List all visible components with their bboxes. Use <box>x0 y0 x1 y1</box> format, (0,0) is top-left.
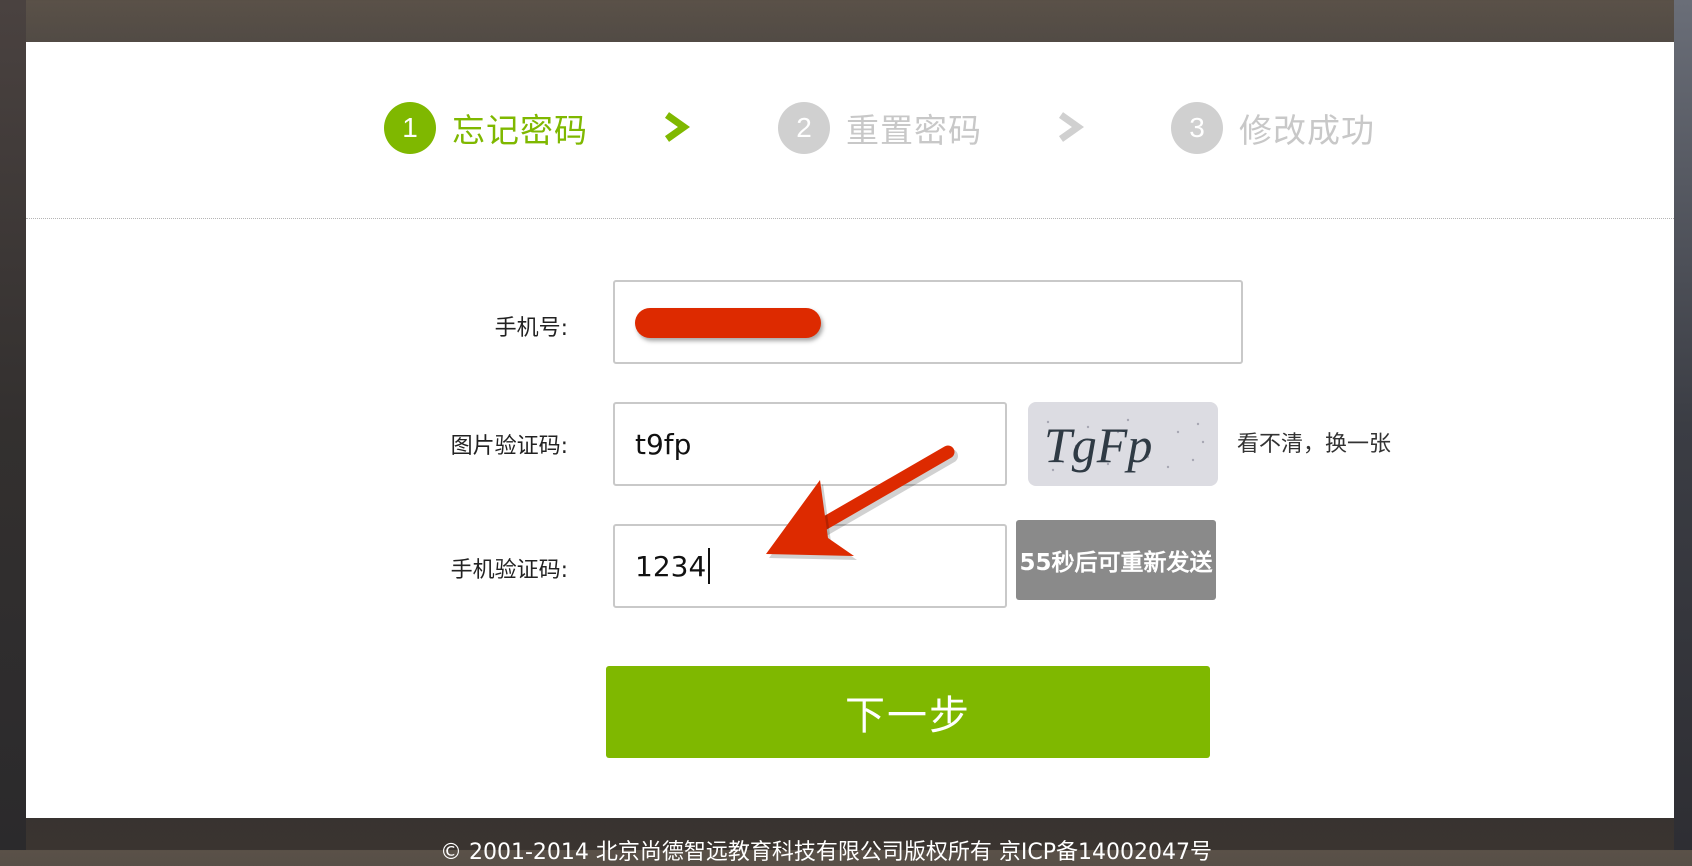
footer-copyright: © 2001-2014 北京尚德智远教育科技有限公司版权所有 京ICP备1400… <box>440 840 1212 865</box>
step-1-label: 忘记密码 <box>452 111 588 150</box>
forgot-password-panel: 1 忘记密码 2 重置密码 3 修改成功 手机号: 图片验证码: t9fp Tg… <box>26 42 1674 818</box>
step-3: 3 修改成功 <box>1171 102 1375 154</box>
step-3-number: 3 <box>1171 102 1223 154</box>
background-right <box>1674 0 1692 850</box>
sms-code-label: 手机验证码: <box>450 558 568 583</box>
phone-label: 手机号: <box>494 316 568 341</box>
annotation-arrow <box>766 445 958 560</box>
step-3-label: 修改成功 <box>1239 111 1375 150</box>
image-captcha-label: 图片验证码: <box>450 434 568 459</box>
background-left <box>0 0 26 850</box>
step-2-label: 重置密码 <box>846 111 982 150</box>
step-1-number: 1 <box>384 102 436 154</box>
chevron-right-icon <box>664 112 690 142</box>
step-1: 1 忘记密码 <box>384 102 588 154</box>
text-caret <box>708 548 711 584</box>
refresh-captcha-link[interactable]: 看不清，换一张 <box>1237 426 1391 458</box>
captcha-text: TgFp <box>1044 417 1152 473</box>
step-progress: 1 忘记密码 2 重置密码 3 修改成功 <box>26 42 1674 218</box>
resend-code-button[interactable]: 55秒后可重新发送 <box>1016 520 1216 600</box>
redaction-mark <box>635 308 821 338</box>
captcha-image[interactable]: TgFp <box>1028 402 1218 486</box>
divider <box>26 218 1674 219</box>
step-2-number: 2 <box>778 102 830 154</box>
phone-input[interactable] <box>613 280 1243 364</box>
sms-code-value: 1234 <box>635 549 707 583</box>
image-captcha-value: t9fp <box>635 427 692 461</box>
next-step-button[interactable]: 下一步 <box>606 666 1210 758</box>
step-2: 2 重置密码 <box>778 102 982 154</box>
chevron-right-icon <box>1058 112 1084 142</box>
